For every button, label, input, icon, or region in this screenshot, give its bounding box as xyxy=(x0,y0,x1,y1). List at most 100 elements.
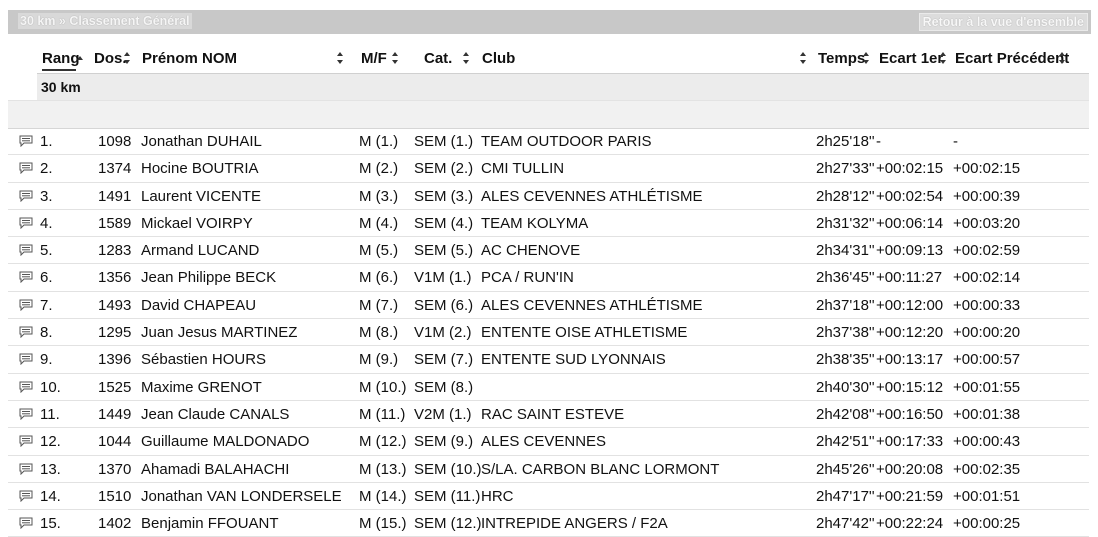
cell-gap-previous: +00:00:20 xyxy=(953,324,1021,342)
table-row[interactable]: 9. 1396 Sébastien HOURS M (9.) SEM (7.) … xyxy=(8,346,1089,374)
cell-name[interactable]: Jonathan DUHAIL xyxy=(141,133,262,150)
column-header-temps[interactable]: Temps xyxy=(818,44,865,73)
cell-name[interactable]: Juan Jesus MARTINEZ xyxy=(141,324,297,341)
sort-icon[interactable] xyxy=(463,52,470,64)
cell-dossard: 1356 xyxy=(98,269,132,287)
table-row[interactable]: 14. 1510 Jonathan VAN LONDERSELE M (14.)… xyxy=(8,483,1089,511)
sort-icon[interactable] xyxy=(392,52,399,64)
sort-icon[interactable] xyxy=(124,52,131,64)
comment-icon[interactable] xyxy=(19,299,33,311)
column-label: Prénom NOM xyxy=(142,50,238,67)
table-row[interactable]: 7. 1493 David CHAPEAU M (7.) SEM (6.) AL… xyxy=(8,292,1089,320)
cell-category: V2M (1.) xyxy=(414,405,472,423)
cell-name[interactable]: David CHAPEAU xyxy=(141,297,256,314)
sort-icon[interactable] xyxy=(863,52,870,64)
column-header-rang[interactable]: Rang xyxy=(42,44,80,73)
table-row[interactable]: 6. 1356 Jean Philippe BECK M (6.) V1M (1… xyxy=(8,264,1089,292)
cell-time: 2h37'38'' xyxy=(816,324,875,342)
column-label: M/F xyxy=(361,50,387,67)
cell-time: 2h45'26'' xyxy=(816,460,875,478)
sort-icon[interactable] xyxy=(337,52,344,64)
cell-name[interactable]: Jonathan VAN LONDERSELE xyxy=(141,488,342,505)
table-row[interactable]: 3. 1491 Laurent VICENTE M (3.) SEM (3.) … xyxy=(8,183,1089,210)
cell-gender-rank: M (10.) xyxy=(359,378,407,396)
column-header-ecart-precedent[interactable]: Ecart Précédent xyxy=(955,44,1069,73)
cell-dossard: 1374 xyxy=(98,160,132,178)
cell-club: AC CHENOVE xyxy=(481,242,581,260)
cell-name[interactable]: Jean Claude CANALS xyxy=(141,406,289,423)
cell-name[interactable]: Mickael VOIRPY xyxy=(141,215,253,232)
cell-category: SEM (6.) xyxy=(414,296,474,314)
comment-icon[interactable] xyxy=(19,326,33,339)
cell-name[interactable]: Hocine BOUTRIA xyxy=(141,160,259,177)
cell-rang: 9. xyxy=(40,351,53,369)
sort-icon[interactable] xyxy=(800,52,807,64)
cell-name[interactable]: Ahamadi BALAHACHI xyxy=(141,461,289,478)
comment-icon[interactable] xyxy=(19,353,33,366)
cell-rang: 10. xyxy=(40,378,61,396)
cell-club: ALES CEVENNES ATHLÉTISME xyxy=(481,296,703,314)
table-row[interactable]: 15. 1402 Benjamin FFOUANT M (15.) SEM (1… xyxy=(8,510,1089,537)
column-header-club[interactable]: Club xyxy=(482,44,515,73)
table-row[interactable]: 4. 1589 Mickael VOIRPY M (4.) SEM (4.) T… xyxy=(8,210,1089,238)
column-header-cat[interactable]: Cat. xyxy=(424,44,452,73)
column-label: Temps xyxy=(818,50,866,67)
cell-dossard: 1295 xyxy=(98,324,132,342)
column-header-mf[interactable]: M/F xyxy=(361,44,387,73)
table-row[interactable]: 2. 1374 Hocine BOUTRIA M (2.) SEM (2.) C… xyxy=(8,155,1089,183)
cell-name[interactable]: Armand LUCAND xyxy=(141,242,259,259)
table-row[interactable]: 5. 1283 Armand LUCAND M (5.) SEM (5.) AC… xyxy=(8,237,1089,265)
comment-icon[interactable] xyxy=(19,408,33,420)
comment-icon[interactable] xyxy=(19,217,33,229)
cell-rang: 11. xyxy=(40,405,60,423)
sort-icon[interactable] xyxy=(1059,52,1066,64)
comment-icon[interactable] xyxy=(19,517,33,530)
cell-gap-first: +00:12:00 xyxy=(876,296,944,314)
column-header-ecart-1er[interactable]: Ecart 1er xyxy=(879,44,943,73)
cell-name[interactable]: Laurent VICENTE xyxy=(141,188,261,205)
table-row[interactable]: 11. 1449 Jean Claude CANALS M (11.) V2M … xyxy=(8,401,1089,429)
cell-club: HRC xyxy=(481,487,514,505)
comment-icon[interactable] xyxy=(19,162,33,175)
comment-icon[interactable] xyxy=(19,435,33,448)
title-bar: 30 km » Classement Général Retour à la v… xyxy=(8,10,1091,34)
cell-club: S/LA. CARBON BLANC LORMONT xyxy=(481,460,720,478)
comment-icon[interactable] xyxy=(19,244,33,257)
cell-time: 2h36'45'' xyxy=(816,269,875,287)
table-row[interactable]: 8. 1295 Juan Jesus MARTINEZ M (8.) V1M (… xyxy=(8,319,1089,347)
column-label: Ecart Précédent xyxy=(955,50,1070,67)
cell-gap-previous: +00:01:38 xyxy=(953,405,1021,423)
sort-asc-icon[interactable] xyxy=(77,52,84,64)
cell-gap-first: +00:21:59 xyxy=(876,487,944,505)
cell-time: 2h38'35'' xyxy=(816,351,875,369)
cell-name[interactable]: Jean Philippe BECK xyxy=(141,269,276,286)
cell-category: SEM (11.) xyxy=(414,487,481,505)
column-header-nom[interactable]: Prénom NOM xyxy=(142,44,237,73)
table-row[interactable]: 1. 1098 Jonathan DUHAIL M (1.) SEM (1.) … xyxy=(8,128,1089,156)
cell-gap-first: +00:02:15 xyxy=(876,160,944,178)
sort-icon[interactable] xyxy=(940,52,947,64)
comment-icon[interactable] xyxy=(19,381,33,393)
cell-gap-previous: +00:00:43 xyxy=(953,433,1021,451)
column-header-dos[interactable]: Dos. xyxy=(94,44,127,73)
cell-name[interactable]: Sébastien HOURS xyxy=(141,351,266,368)
comment-icon[interactable] xyxy=(19,135,33,147)
back-to-overview-link[interactable]: Retour à la vue d'ensemble xyxy=(918,13,1088,31)
table-row[interactable]: 12. 1044 Guillaume MALDONADO M (12.) SEM… xyxy=(8,428,1089,456)
cell-gap-previous: +00:03:20 xyxy=(953,214,1021,232)
comment-icon[interactable] xyxy=(19,271,33,284)
comment-icon[interactable] xyxy=(19,190,33,202)
cell-category: SEM (8.) xyxy=(414,378,474,396)
table-row[interactable]: 10. 1525 Maxime GRENOT M (10.) SEM (8.) … xyxy=(8,374,1089,401)
cell-name[interactable]: Guillaume MALDONADO xyxy=(141,433,309,450)
comment-icon[interactable] xyxy=(19,463,33,475)
cell-time: 2h42'08'' xyxy=(816,405,875,423)
cell-category: V1M (1.) xyxy=(414,269,472,287)
cell-club: ALES CEVENNES ATHLÉTISME xyxy=(481,187,703,205)
cell-gender-rank: M (8.) xyxy=(359,324,399,342)
table-row[interactable]: 13. 1370 Ahamadi BALAHACHI M (13.) SEM (… xyxy=(8,456,1089,483)
group-spacer xyxy=(8,100,1089,129)
cell-rang: 13. xyxy=(40,460,61,478)
cell-name[interactable]: Maxime GRENOT xyxy=(141,379,262,396)
comment-icon[interactable] xyxy=(19,490,33,502)
